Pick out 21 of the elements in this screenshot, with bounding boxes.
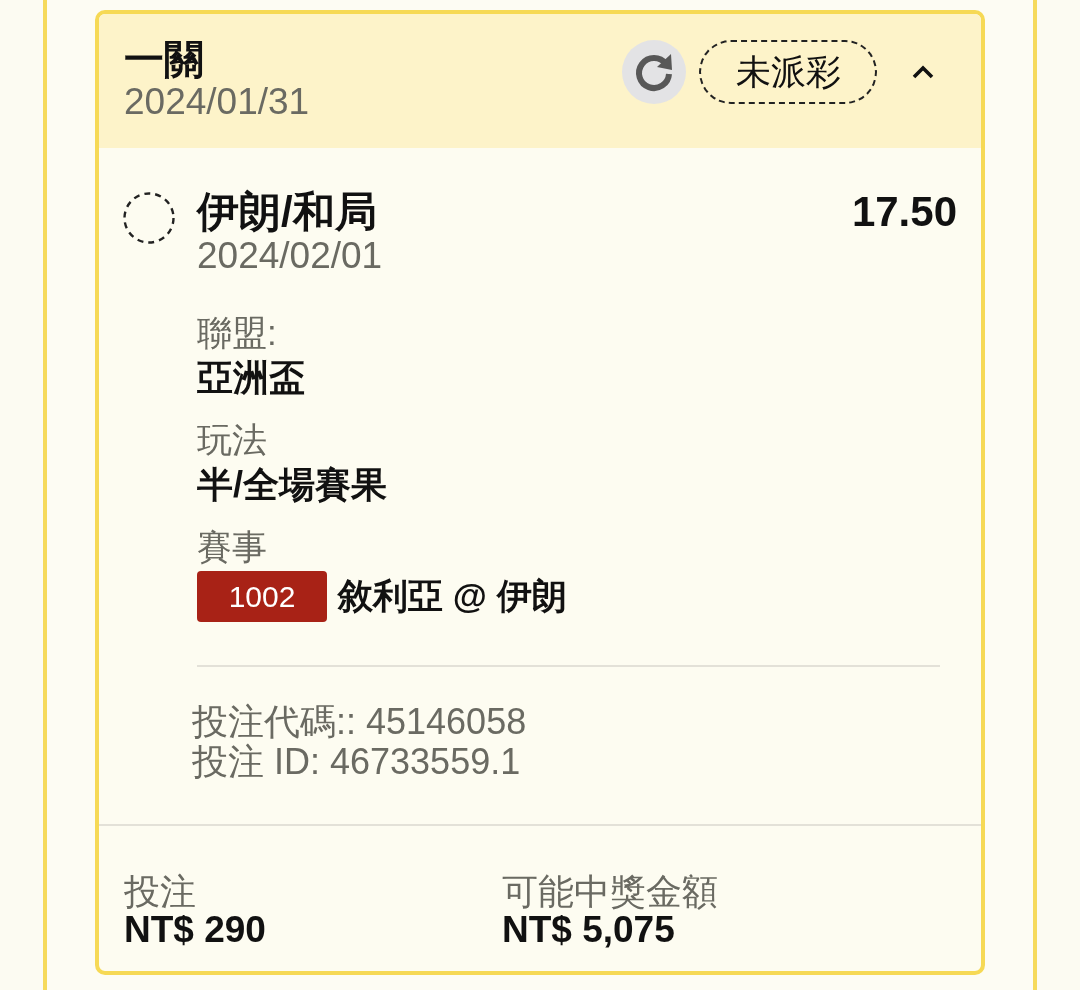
- bet-type-title: 一關: [124, 37, 205, 81]
- detail-label: 玩法: [197, 419, 268, 461]
- bet-id-text: 投注 ID: 46733559.1: [192, 742, 522, 782]
- selection-name: 伊朗/和局: [197, 188, 378, 236]
- odds-value: 17.50: [851, 188, 957, 236]
- detail-value: 亞洲盃: [197, 356, 306, 400]
- summary-label: 投注: [124, 873, 197, 911]
- status-badge: 未派彩: [699, 40, 877, 104]
- match-number-badge: 1002: [197, 571, 327, 622]
- match-teams: 敘利亞 @ 伊朗: [338, 575, 567, 617]
- bet-id-text: 投注代碼:: 45146058: [192, 702, 528, 742]
- summary-amount: NT$ 5,075: [502, 911, 676, 949]
- detail-label: 聯盟:: [197, 312, 278, 354]
- refresh-icon[interactable]: [622, 40, 686, 104]
- chevron-up-icon[interactable]: [912, 65, 934, 79]
- summary-label: 可能中獎金額: [502, 873, 719, 911]
- summary-amount: NT$ 290: [124, 911, 267, 949]
- detail-value: 半/全場賽果: [197, 463, 388, 507]
- detail-label: 賽事: [197, 526, 268, 568]
- match-date: 2024/02/01: [197, 236, 384, 276]
- bet-date: 2024/01/31: [124, 81, 310, 123]
